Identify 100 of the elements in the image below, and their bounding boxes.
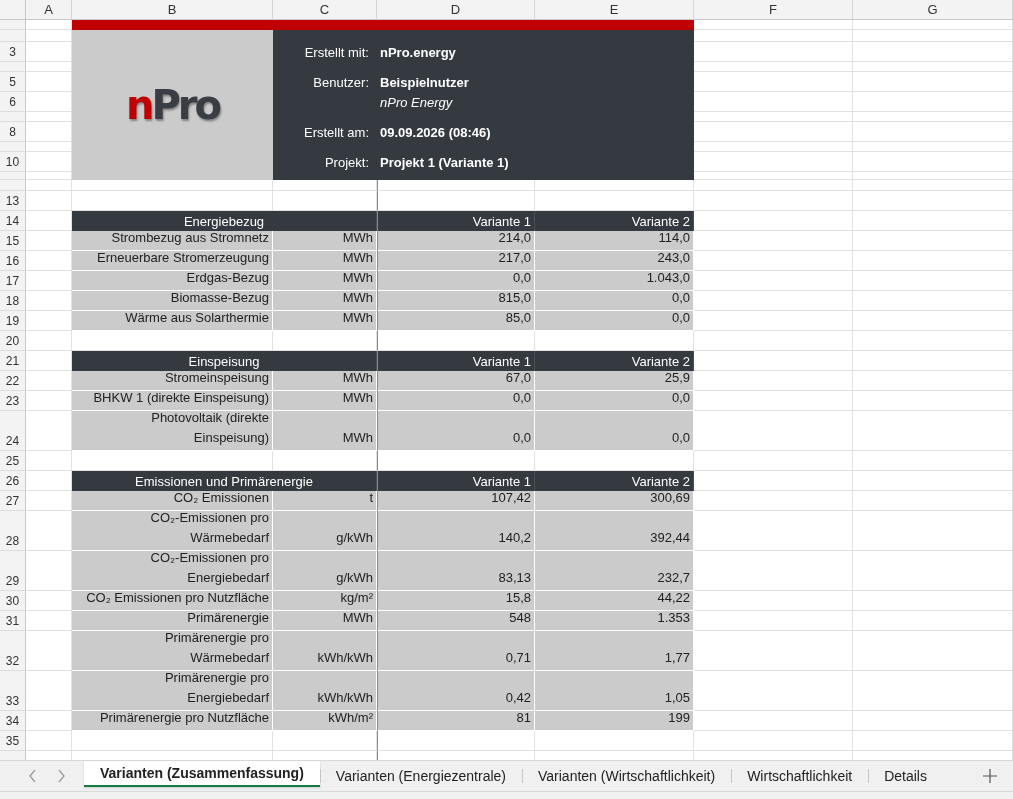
column-header[interactable]: F bbox=[694, 0, 853, 20]
grid-cell[interactable] bbox=[853, 180, 1013, 191]
grid-cell[interactable] bbox=[853, 371, 1013, 391]
sheet-tab[interactable]: Varianten (Energiezentrale) bbox=[319, 761, 522, 791]
row-number[interactable]: 30 bbox=[0, 591, 26, 611]
row-number[interactable]: 18 bbox=[0, 291, 26, 311]
grid-cell[interactable] bbox=[694, 30, 853, 42]
grid-cell[interactable] bbox=[853, 471, 1013, 491]
row-number[interactable]: 10 bbox=[0, 152, 26, 172]
grid-cell[interactable] bbox=[853, 142, 1013, 152]
row-number[interactable] bbox=[0, 30, 26, 42]
sheet-tab[interactable]: Wirtschaftlichkeit bbox=[731, 761, 869, 791]
grid-cell[interactable] bbox=[853, 72, 1013, 92]
grid-cell[interactable] bbox=[853, 191, 1013, 211]
row-number[interactable]: 24 bbox=[0, 411, 26, 451]
row-number[interactable]: 27 bbox=[0, 491, 26, 511]
column-header[interactable]: G bbox=[853, 0, 1013, 20]
row-number[interactable]: 8 bbox=[0, 122, 26, 142]
grid-cell[interactable] bbox=[853, 152, 1013, 172]
grid-cell[interactable] bbox=[694, 142, 853, 152]
row-number[interactable]: 28 bbox=[0, 511, 26, 551]
grid-cell[interactable] bbox=[853, 451, 1013, 471]
grid-cell[interactable] bbox=[26, 180, 72, 191]
column-header[interactable]: D bbox=[377, 0, 535, 20]
row-number[interactable]: 23 bbox=[0, 391, 26, 411]
sheet-tab[interactable]: Varianten (Zusammenfassung) bbox=[84, 761, 320, 787]
select-all-corner[interactable] bbox=[0, 0, 26, 20]
grid-cell[interactable] bbox=[853, 42, 1013, 62]
chevron-left-icon[interactable] bbox=[28, 769, 38, 783]
grid-cell[interactable] bbox=[853, 231, 1013, 251]
column-header[interactable]: B bbox=[72, 0, 273, 20]
row-number[interactable] bbox=[0, 142, 26, 152]
row-number[interactable]: 25 bbox=[0, 451, 26, 471]
sheet-tab[interactable]: Details bbox=[868, 761, 943, 791]
grid-cell[interactable] bbox=[694, 731, 853, 751]
row-number[interactable] bbox=[0, 112, 26, 122]
grid-cell[interactable] bbox=[853, 391, 1013, 411]
grid-cell[interactable] bbox=[26, 331, 72, 351]
grid-cell[interactable] bbox=[853, 20, 1013, 30]
row-number[interactable]: 33 bbox=[0, 671, 26, 711]
row-number[interactable]: 19 bbox=[0, 311, 26, 331]
row-number[interactable]: 14 bbox=[0, 211, 26, 231]
grid-cell[interactable] bbox=[694, 62, 853, 72]
grid-cell[interactable] bbox=[853, 311, 1013, 331]
grid-cell[interactable] bbox=[853, 511, 1013, 551]
row-number[interactable] bbox=[0, 180, 26, 191]
grid-cell[interactable] bbox=[694, 20, 853, 30]
column-header[interactable]: A bbox=[26, 0, 72, 20]
grid-cell[interactable] bbox=[694, 191, 853, 211]
grid-cell[interactable] bbox=[853, 211, 1013, 231]
plus-icon[interactable] bbox=[983, 769, 997, 783]
row-number[interactable]: 3 bbox=[0, 42, 26, 62]
grid-cell[interactable] bbox=[853, 92, 1013, 112]
grid-cell[interactable] bbox=[853, 62, 1013, 72]
chevron-right-icon[interactable] bbox=[56, 769, 66, 783]
grid-cell[interactable] bbox=[853, 30, 1013, 42]
grid-cell[interactable] bbox=[853, 112, 1013, 122]
row-number[interactable]: 21 bbox=[0, 351, 26, 371]
grid-cell[interactable] bbox=[853, 271, 1013, 291]
column-header[interactable]: C bbox=[273, 0, 377, 20]
row-number[interactable]: 35 bbox=[0, 731, 26, 751]
grid-cell[interactable] bbox=[26, 731, 72, 751]
grid-cell[interactable] bbox=[694, 112, 853, 122]
row-number[interactable]: 15 bbox=[0, 231, 26, 251]
row-number[interactable]: 26 bbox=[0, 471, 26, 491]
row-number[interactable]: 29 bbox=[0, 551, 26, 591]
row-number[interactable]: 31 bbox=[0, 611, 26, 631]
grid-cell[interactable] bbox=[853, 551, 1013, 591]
grid-cell[interactable] bbox=[853, 611, 1013, 631]
sheet-tab[interactable]: Varianten (Wirtschaftlichkeit) bbox=[522, 761, 732, 791]
row-number[interactable] bbox=[0, 62, 26, 72]
grid-cell[interactable] bbox=[26, 451, 72, 471]
row-number[interactable]: 20 bbox=[0, 331, 26, 351]
row-number[interactable]: 5 bbox=[0, 72, 26, 92]
row-number[interactable]: 6 bbox=[0, 92, 26, 112]
grid-cell[interactable] bbox=[853, 411, 1013, 451]
grid-cell[interactable] bbox=[853, 591, 1013, 611]
row-number[interactable]: 22 bbox=[0, 371, 26, 391]
grid-cell[interactable] bbox=[694, 172, 853, 180]
grid-cell[interactable] bbox=[26, 191, 72, 211]
grid-cell[interactable] bbox=[853, 351, 1013, 371]
grid-cell[interactable] bbox=[853, 671, 1013, 711]
row-number[interactable] bbox=[0, 20, 26, 30]
grid-cell[interactable] bbox=[694, 451, 853, 471]
grid-cell[interactable] bbox=[694, 180, 853, 191]
column-header[interactable]: E bbox=[535, 0, 694, 20]
grid-cell[interactable] bbox=[694, 331, 853, 351]
row-number[interactable]: 32 bbox=[0, 631, 26, 671]
grid-cell[interactable] bbox=[853, 631, 1013, 671]
grid-cell[interactable] bbox=[853, 731, 1013, 751]
grid-cell[interactable] bbox=[853, 331, 1013, 351]
grid-cell[interactable] bbox=[853, 711, 1013, 731]
row-number[interactable] bbox=[0, 172, 26, 180]
row-number[interactable]: 17 bbox=[0, 271, 26, 291]
row-number[interactable]: 13 bbox=[0, 191, 26, 211]
row-number[interactable]: 34 bbox=[0, 711, 26, 731]
grid-cell[interactable] bbox=[853, 491, 1013, 511]
grid-cell[interactable] bbox=[853, 172, 1013, 180]
grid-cell[interactable] bbox=[853, 291, 1013, 311]
row-number[interactable]: 16 bbox=[0, 251, 26, 271]
